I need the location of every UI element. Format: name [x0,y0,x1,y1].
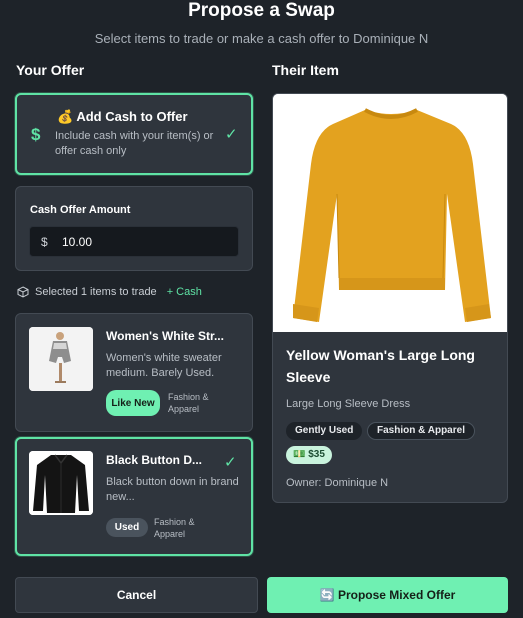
their-item-name: Yellow Woman's Large Long Sleeve [286,347,475,385]
category-label: Fashion & Apparel [168,392,209,414]
item-name: Black Button D... [106,453,203,467]
cash-amount-label: Cash Offer Amount [30,204,131,216]
their-item-heading: Their Item [272,62,339,78]
item-description: Women's white sweater medium. Barely Use… [106,352,222,379]
their-item-card[interactable]: Yellow Woman's Large Long Sleeve Large L… [272,93,508,503]
plus-cash-label: + Cash [166,286,202,298]
condition-badge: Used [106,518,148,537]
price-chip: 💵 $35 [286,446,332,464]
offer-item-card[interactable]: Women's White Str... Women's white sweat… [15,313,253,432]
selection-summary-text: Selected 1 items to trade [35,286,157,298]
cash-amount-field-wrapper: $ [29,226,239,257]
condition-chip: Gently Used [286,422,363,440]
their-item-description: Large Long Sleeve Dress [286,398,411,410]
add-cash-description: Include cash with your item(s) or offer … [55,130,214,157]
item-thumbnail-black-shirt [29,451,93,515]
checkmark-icon: ✓ [225,126,238,143]
item-thumbnail-white-sweater [29,327,93,391]
cancel-button[interactable]: Cancel [15,577,258,613]
page-subtitle: Select items to trade or make a cash off… [94,31,429,46]
their-item-owner: Owner: Dominique N [286,477,389,489]
your-offer-heading: Your Offer [16,62,85,78]
condition-badge: Like New [106,390,160,416]
offer-item-card[interactable]: Black Button D... ✓ Black button down in… [15,437,253,556]
add-cash-title: 💰 Add Cash to Offer [57,109,188,124]
propose-mixed-offer-button[interactable]: 🔄 Propose Mixed Offer [267,577,508,613]
dollar-icon: $ [31,125,41,144]
currency-symbol: $ [41,235,48,249]
category-label: Fashion & Apparel [154,517,195,539]
item-name: Women's White Str... [106,329,224,343]
item-description: Black button down in brand new... [106,476,239,503]
add-cash-toggle[interactable]: $ 💰 Add Cash to Offer Include cash with … [15,93,253,175]
selection-summary: Selected 1 items to trade + Cash [17,286,202,298]
their-item-image [273,94,507,332]
category-chip: Fashion & Apparel [367,422,475,440]
checkmark-icon: ✓ [224,454,237,471]
cash-amount-panel: Cash Offer Amount $ [15,186,253,271]
page-title: Propose a Swap [188,0,335,21]
cash-amount-input[interactable] [62,233,232,251]
package-icon [17,286,29,298]
